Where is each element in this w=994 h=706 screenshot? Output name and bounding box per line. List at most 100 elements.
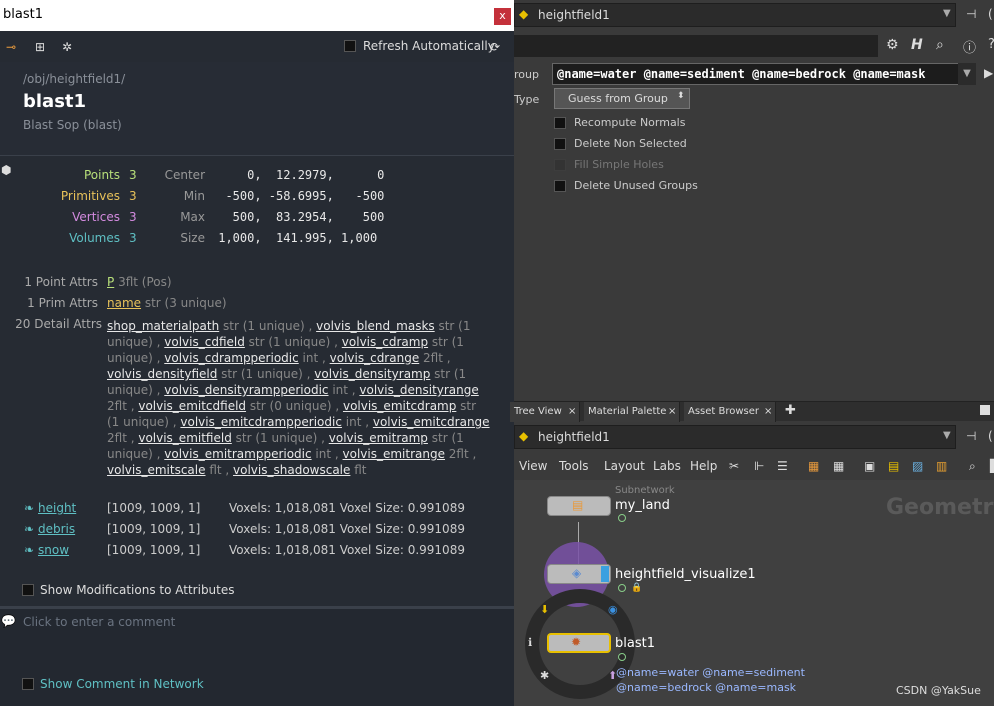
wrench-icon[interactable]: ✂ [729, 459, 739, 473]
recompute-label: Recompute Normals [574, 116, 686, 129]
param-path-bar[interactable]: ◆ heightfield1 ▼ [514, 3, 956, 27]
arrow-icon[interactable]: ▶ [984, 66, 993, 80]
volume-snow[interactable]: snow [38, 543, 69, 557]
template-icon[interactable]: ◉ [608, 603, 618, 616]
close-icon: × [568, 406, 577, 417]
help-h-icon[interactable]: H [911, 37, 923, 53]
bug-icon[interactable]: ✲ [60, 40, 74, 54]
pin-icon[interactable]: ⊸ [4, 40, 18, 54]
refresh-checkbox[interactable] [344, 40, 356, 52]
delete-nonsel-checkbox[interactable] [554, 138, 566, 150]
network-path: heightfield1 [538, 430, 610, 444]
tree-icon[interactable]: ⊩ [754, 459, 764, 473]
node-name: blast1 [23, 91, 87, 112]
points-value: 3 [129, 168, 137, 182]
watermark: CSDN @YakSue [896, 684, 981, 697]
help-icon[interactable]: ? [988, 37, 994, 52]
volume-dims: [1009, 1009, 1] [107, 543, 201, 557]
more-icon[interactable]: ( [988, 7, 993, 21]
show-comment-checkbox[interactable] [22, 678, 34, 690]
blast-group-line1: @name=water @name=sediment [616, 666, 805, 679]
tab-asset-browser[interactable]: Asset Browser × [684, 402, 776, 422]
fill-holes-checkbox[interactable] [554, 159, 566, 171]
blast-group-line2: @name=bedrock @name=mask [616, 681, 797, 694]
recompute-checkbox[interactable] [554, 117, 566, 129]
delete-groups-label: Delete Unused Groups [574, 179, 698, 192]
show-comment-label: Show Comment in Network [40, 677, 204, 691]
size-value: 1,000, 141.995, 1,000 [211, 231, 378, 245]
chevron-down-icon[interactable]: ▼ [943, 8, 951, 19]
group-field[interactable]: @name=water @name=sediment @name=bedrock… [552, 63, 960, 85]
output-connector[interactable] [618, 514, 626, 522]
close-icon: × [764, 406, 773, 417]
refresh-label: Refresh Automatically [363, 39, 495, 53]
freeze-icon[interactable]: ✱ [540, 669, 549, 682]
output-connector[interactable] [618, 584, 626, 592]
tab-material-palette[interactable]: Material Palette × [584, 402, 680, 422]
lock-icon: 🔒 [631, 583, 643, 593]
info-icon[interactable]: ⓘ [963, 37, 976, 56]
tab-tree-view[interactable]: Tree View × [510, 402, 580, 422]
box-icon[interactable]: ▥ [936, 459, 947, 473]
verts-value: 3 [129, 210, 137, 224]
detail-attr: shop_materialpath str (1 unique) , [107, 319, 317, 333]
show-mods-checkbox[interactable] [22, 584, 34, 596]
points-label: Points [83, 168, 120, 182]
node-path: /obj/heightfield1/ [23, 72, 126, 86]
gear-icon[interactable]: ⚙ [886, 37, 899, 53]
bypass-icon[interactable]: ⬇ [540, 603, 549, 616]
add-tab-icon[interactable]: ✚ [785, 403, 796, 418]
node-blast1[interactable]: ✹ [547, 633, 611, 653]
group-dropdown[interactable]: ▼ [958, 63, 976, 85]
close-button[interactable]: x [494, 8, 511, 25]
display-flag[interactable] [601, 566, 609, 582]
houdini-icon: ◆ [519, 7, 529, 21]
comment-placeholder[interactable]: Click to enter a comment [23, 615, 175, 629]
maximize-icon[interactable] [980, 405, 990, 415]
volume-debris[interactable]: debris [38, 522, 75, 536]
node-type: Blast Sop (blast) [23, 118, 122, 132]
subnet-icon: ▤ [572, 498, 584, 512]
close-icon: × [668, 406, 677, 417]
more-icon[interactable]: ▌ [990, 459, 994, 473]
display-icon[interactable]: ▣ [864, 459, 875, 473]
param-search[interactable] [514, 35, 878, 57]
type-menu[interactable]: Guess from Group ⬍ [554, 88, 690, 109]
refresh-icon[interactable]: ⟳ [488, 40, 502, 54]
add-icon[interactable]: ⊞ [33, 40, 47, 54]
delete-groups-checkbox[interactable] [554, 180, 566, 192]
chevron-down-icon[interactable]: ▼ [943, 430, 951, 441]
output-connector[interactable] [618, 653, 626, 661]
grid-color-icon[interactable]: ▦ [808, 459, 819, 473]
image-icon[interactable]: ▨ [912, 459, 923, 473]
attr-name[interactable]: name [107, 296, 141, 310]
more-icon[interactable]: ( [988, 429, 993, 443]
zoom-icon[interactable]: ⌕ [969, 459, 976, 474]
menu-labs[interactable]: Labs [653, 459, 681, 473]
pin-icon[interactable]: ⊣ [966, 7, 976, 21]
network-view[interactable]: Geometry Subnetwork ▤ my_land ◈ heightfi… [514, 480, 994, 706]
menu-tools[interactable]: Tools [559, 459, 589, 473]
network-path-bar[interactable]: ◆ heightfield1 ▼ [514, 425, 956, 449]
menu-help[interactable]: Help [690, 459, 717, 473]
volume-icon: ❧ [24, 522, 35, 536]
volume-height[interactable]: height [38, 501, 76, 515]
blast-icon: ✹ [571, 635, 582, 649]
volume-dims: [1009, 1009, 1] [107, 501, 201, 515]
geometry-icon: ⬢ [1, 163, 12, 177]
pin-icon[interactable]: ⊣ [966, 429, 976, 443]
grid-icon[interactable]: ▦ [833, 459, 844, 473]
right-pane: ◆ heightfield1 ▼ ⊣ ( ⚙ H ⌕ ⓘ ? roup @nam… [510, 0, 994, 706]
list-icon[interactable]: ☰ [777, 459, 788, 473]
volume-icon: ❧ [24, 501, 35, 515]
detail-attrs-list: shop_materialpath str (1 unique) , volvi… [107, 318, 492, 478]
search-icon[interactable]: ⌕ [936, 37, 944, 53]
info-toolbar: ⊸ ⊞ ✲ Refresh Automatically ⟳ [0, 31, 514, 62]
info-icon[interactable]: ℹ [528, 636, 532, 649]
node-my-land[interactable]: ▤ [547, 496, 611, 516]
note-icon[interactable]: ▤ [888, 459, 899, 473]
menu-view[interactable]: View [519, 459, 547, 473]
vols-label: Volumes [69, 231, 120, 245]
updown-icon: ⬍ [677, 91, 685, 101]
menu-layout[interactable]: Layout [604, 459, 645, 473]
